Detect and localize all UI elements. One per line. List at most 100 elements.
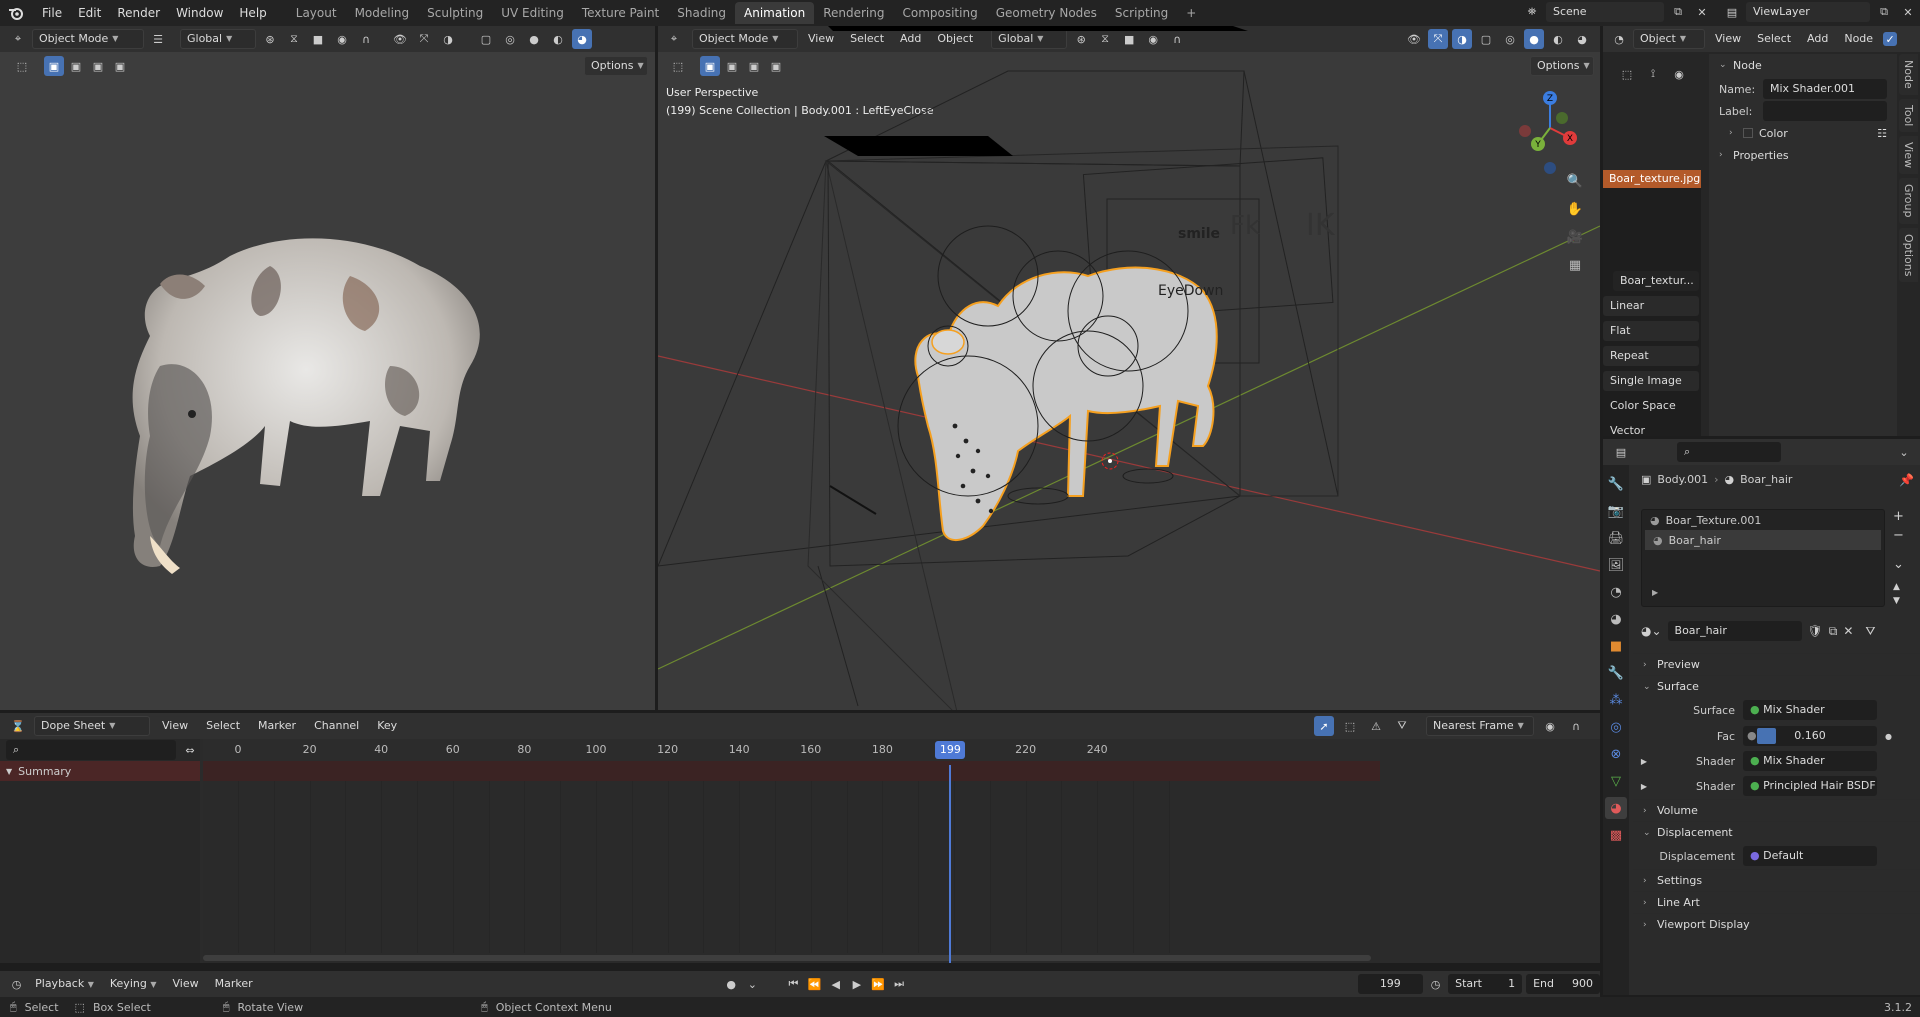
tab-rendering[interactable]: Rendering	[814, 2, 893, 24]
pin-icon[interactable]: 📌	[1899, 473, 1914, 487]
dope-sheet-mode-select[interactable]: Dope Sheet ▼	[34, 716, 150, 736]
fac-slider[interactable]: ● 0.160	[1743, 726, 1877, 746]
render-tab-icon[interactable]: 📷	[1605, 500, 1627, 522]
falloff-icon[interactable]: ∩	[356, 29, 376, 49]
editor-type-icon[interactable]: ◷	[8, 974, 25, 994]
material-slot-item[interactable]: ◕ Boar_Texture.001	[1642, 510, 1884, 530]
menu-render[interactable]: Render	[109, 2, 168, 24]
snap-target-icon[interactable]: ■	[308, 29, 328, 49]
scene-icon[interactable]: ⛯	[1522, 2, 1542, 22]
tab-compositing[interactable]: Compositing	[893, 2, 986, 24]
color-checkbox[interactable]	[1743, 128, 1753, 138]
xray-icon[interactable]: ▢	[476, 29, 496, 49]
snap-icon[interactable]: ⧖	[284, 29, 304, 49]
new-view-layer-icon[interactable]: ⧉	[1874, 2, 1894, 22]
material-name-field[interactable]: Boar_hair	[1667, 621, 1802, 641]
editor-type-icon[interactable]: ⌛	[8, 716, 28, 736]
menu-view[interactable]: View	[156, 716, 194, 736]
world-tab-icon[interactable]: ◕	[1605, 608, 1627, 630]
tab-uv-editing[interactable]: UV Editing	[492, 2, 573, 24]
camera-icon[interactable]: 🎥	[1564, 226, 1586, 248]
only-errors-icon[interactable]: ⚠	[1366, 716, 1386, 736]
unlink-material-icon[interactable]: ✕	[1843, 624, 1853, 638]
slot-link-icon[interactable]: ⛛	[1865, 624, 1875, 639]
tab-shading[interactable]: Shading	[668, 2, 735, 24]
slot-menu-icon[interactable]: ⌄	[1893, 557, 1904, 572]
material-browse-icon[interactable]: ◕⌄	[1641, 624, 1662, 638]
rendered-shading-icon[interactable]: ◕	[572, 29, 592, 49]
current-frame-field[interactable]: 199	[1357, 974, 1423, 994]
select-subtract-icon[interactable]: ▣	[88, 56, 108, 76]
preview-section[interactable]: › Preview	[1633, 653, 1920, 675]
prev-keyframe-icon[interactable]: ⏪	[806, 974, 823, 994]
tab-geometry-nodes[interactable]: Geometry Nodes	[987, 2, 1106, 24]
vtab-group[interactable]: Group	[1899, 178, 1918, 224]
interpolation-select[interactable]: Linear	[1603, 296, 1699, 316]
use-nodes-checkbox[interactable]: ✓	[1883, 32, 1898, 46]
orientation-select[interactable]: Global ▼	[180, 29, 256, 49]
jump-start-icon[interactable]: ⏮	[785, 974, 802, 994]
particles-tab-icon[interactable]: ⁂	[1605, 689, 1627, 711]
options-dropdown[interactable]: Options ▼	[584, 56, 648, 76]
properties-menu-icon[interactable]: ⌄	[1894, 442, 1914, 462]
select-intersect-icon[interactable]: ▣	[110, 56, 130, 76]
object-tab-icon[interactable]: ■	[1605, 635, 1627, 657]
solid-shading-icon[interactable]: ●	[524, 29, 544, 49]
material-tab-icon[interactable]: ◕	[1605, 797, 1627, 819]
move-down-icon[interactable]: ▼	[1893, 596, 1904, 606]
node-tool-icon[interactable]: ⬚	[1617, 64, 1637, 84]
keying-set-icon[interactable]: ⌄	[744, 974, 761, 994]
delete-scene-icon[interactable]: ✕	[1692, 2, 1712, 22]
surface-shader-select[interactable]: ● Mix Shader	[1743, 700, 1877, 720]
next-keyframe-icon[interactable]: ⏩	[869, 974, 886, 994]
color-list-icon[interactable]: ☷	[1877, 127, 1887, 140]
proportional-icon[interactable]: ◉	[1540, 716, 1560, 736]
texture-tab-icon[interactable]: ▩	[1605, 824, 1627, 846]
pan-hand-icon[interactable]: ✋	[1564, 198, 1586, 220]
menu-select[interactable]: Select	[1751, 29, 1797, 49]
menu-window[interactable]: Window	[168, 2, 231, 24]
snap-mode-select[interactable]: Nearest Frame ▼	[1426, 716, 1534, 736]
only-selected-icon[interactable]: ➚	[1314, 716, 1334, 736]
shader2-expand-icon[interactable]: ▶	[1633, 782, 1647, 791]
view-layer-tab-icon[interactable]: 🖼	[1605, 554, 1627, 576]
editor-type-icon[interactable]: ⌖	[8, 29, 28, 49]
zoom-icon[interactable]: 🔍	[1564, 170, 1586, 192]
select-extend-icon[interactable]: ▣	[66, 56, 86, 76]
node-label-field[interactable]	[1763, 101, 1887, 121]
overlay-icon[interactable]: ◑	[438, 29, 458, 49]
material-shading-icon[interactable]: ◐	[548, 29, 568, 49]
node-object-select[interactable]: Object ▼	[1633, 29, 1705, 49]
hamburger-icon[interactable]: ☰	[148, 29, 168, 49]
surface-section[interactable]: ⌄ Surface	[1633, 675, 1920, 697]
shader1-select[interactable]: ● Mix Shader	[1743, 751, 1877, 771]
tool-tab-icon[interactable]: 🔧	[1605, 473, 1627, 495]
node-image-field[interactable]: Boar_textur...	[1613, 271, 1699, 291]
tab-sculpting[interactable]: Sculpting	[418, 2, 492, 24]
physics-tab-icon[interactable]: ◎	[1605, 716, 1627, 738]
new-scene-icon[interactable]: ⧉	[1668, 2, 1688, 22]
menu-playback[interactable]: Playback ▼	[29, 974, 100, 994]
expand-icon[interactable]: ▶	[1652, 588, 1658, 597]
menu-add[interactable]: Add	[1801, 29, 1834, 49]
editor-type-icon[interactable]: ▤	[1611, 442, 1631, 462]
keyframe-area[interactable]: 0 20 40 60 80 100 120 140 160 180 220 240	[203, 739, 1380, 963]
grid-view-icon[interactable]: ▦	[1564, 254, 1586, 276]
editor-type-icon[interactable]: ◔	[1609, 29, 1629, 49]
vtab-view[interactable]: View	[1899, 136, 1918, 175]
pivot-icon[interactable]: ⊛	[260, 29, 280, 49]
tab-layout[interactable]: Layout	[287, 2, 346, 24]
color-panel[interactable]: › Color ☷	[1709, 122, 1897, 144]
remove-slot-icon[interactable]: −	[1893, 528, 1904, 543]
properties-search-input[interactable]: ⌕	[1677, 442, 1781, 462]
menu-keying[interactable]: Keying ▼	[104, 974, 163, 994]
vtab-node[interactable]: Node	[1899, 54, 1918, 95]
playhead-line[interactable]	[949, 765, 952, 963]
tab-modeling[interactable]: Modeling	[346, 2, 419, 24]
horizontal-scrollbar[interactable]	[203, 955, 1371, 961]
left-viewport[interactable]: ⌖ Object Mode ▼ ☰ Global ▼ ⊛ ⧖ ■ ◉ ∩ 👁 ⤧ ◑…	[0, 26, 655, 710]
auto-keying-icon[interactable]: ●	[723, 974, 740, 994]
duplicate-material-icon[interactable]: ⧉	[1829, 624, 1838, 639]
menu-node[interactable]: Node	[1838, 29, 1879, 49]
falloff-icon[interactable]: ∩	[1566, 716, 1586, 736]
